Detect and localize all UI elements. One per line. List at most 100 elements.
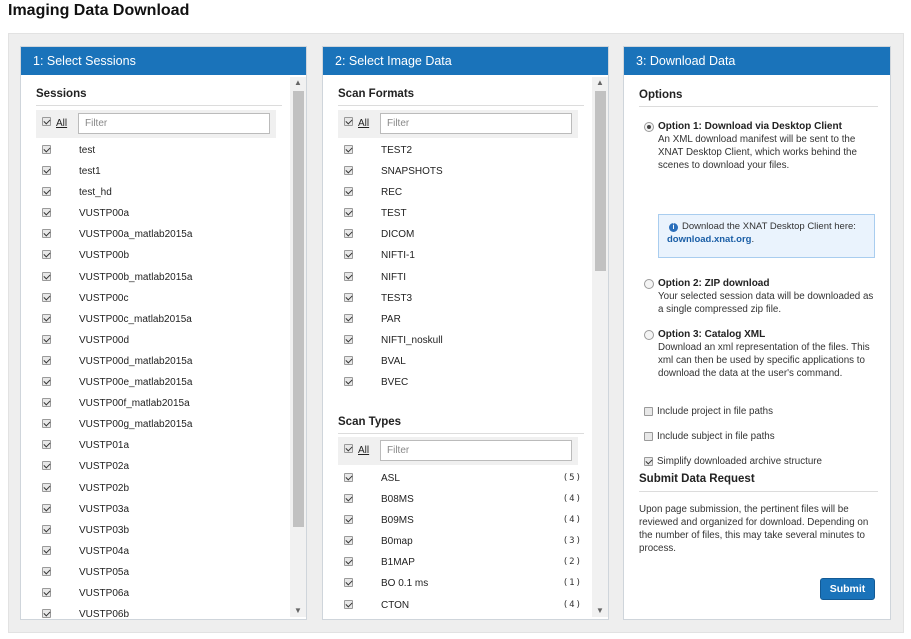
list-item[interactable]: PAR: [338, 312, 584, 333]
list-item[interactable]: VUSTP00g_matlab2015a: [36, 417, 282, 438]
desktop-client-link[interactable]: download.xnat.org: [667, 234, 751, 245]
item-checkbox[interactable]: [344, 334, 353, 344]
list-item[interactable]: test: [36, 143, 282, 164]
sessions-select-all-checkbox[interactable]: [42, 117, 51, 126]
list-item[interactable]: VUSTP00d: [36, 333, 282, 354]
item-checkbox[interactable]: [344, 494, 353, 504]
list-item[interactable]: B08MS (4): [338, 492, 584, 513]
list-item[interactable]: NIFTI_noskull: [338, 333, 584, 354]
list-item[interactable]: TEST3: [338, 291, 584, 312]
list-item[interactable]: VUSTP00f_matlab2015a: [36, 396, 282, 417]
include-subject-checkbox[interactable]: [644, 432, 653, 441]
item-checkbox[interactable]: [42, 166, 51, 176]
item-checkbox[interactable]: [42, 524, 51, 534]
item-checkbox[interactable]: [42, 503, 51, 513]
list-item[interactable]: CTON (4): [338, 598, 584, 619]
list-item[interactable]: VUSTP00c_matlab2015a: [36, 312, 282, 333]
list-item[interactable]: VUSTP00a: [36, 206, 282, 227]
item-checkbox[interactable]: [42, 292, 51, 302]
item-checkbox[interactable]: [344, 536, 353, 546]
item-checkbox[interactable]: [344, 313, 353, 323]
list-item[interactable]: test1: [36, 164, 282, 185]
item-checkbox[interactable]: [42, 398, 51, 408]
item-checkbox[interactable]: [42, 334, 51, 344]
scrollbar-thumb[interactable]: [293, 91, 304, 527]
list-item[interactable]: VUSTP05a: [36, 565, 282, 586]
list-item[interactable]: NIFTI: [338, 270, 584, 291]
item-checkbox[interactable]: [42, 440, 51, 450]
option1-radio[interactable]: [644, 122, 654, 132]
option2-title[interactable]: Option 2: ZIP download: [658, 277, 880, 290]
item-checkbox[interactable]: [42, 419, 51, 429]
scroll-up-arrow-icon[interactable]: ▲: [592, 77, 608, 89]
list-item[interactable]: SNAPSHOTS: [338, 164, 584, 185]
list-item[interactable]: BVAL: [338, 354, 584, 375]
item-checkbox[interactable]: [42, 566, 51, 576]
item-checkbox[interactable]: [42, 271, 51, 281]
item-checkbox[interactable]: [42, 145, 51, 154]
list-item[interactable]: VUSTP02a: [36, 459, 282, 480]
item-checkbox[interactable]: [42, 187, 51, 197]
formats-all-link[interactable]: All: [358, 118, 369, 129]
item-checkbox[interactable]: [42, 587, 51, 597]
item-checkbox[interactable]: [42, 313, 51, 323]
item-checkbox[interactable]: [42, 461, 51, 471]
option2-radio[interactable]: [644, 279, 654, 289]
list-item[interactable]: VUSTP00b: [36, 248, 282, 269]
item-checkbox[interactable]: [344, 377, 353, 387]
list-item[interactable]: VUSTP00b_matlab2015a: [36, 270, 282, 291]
scroll-down-arrow-icon[interactable]: ▼: [290, 605, 306, 617]
item-checkbox[interactable]: [344, 187, 353, 197]
item-checkbox[interactable]: [344, 145, 353, 154]
item-checkbox[interactable]: [344, 355, 353, 365]
item-checkbox[interactable]: [344, 250, 353, 260]
types-all-link[interactable]: All: [358, 445, 369, 456]
types-filter-input[interactable]: [380, 440, 572, 461]
scroll-up-arrow-icon[interactable]: ▲: [290, 77, 306, 89]
list-item[interactable]: BVEC: [338, 375, 584, 396]
option1-title[interactable]: Option 1: Download via Desktop Client: [658, 120, 880, 133]
formats-filter-input[interactable]: [380, 113, 572, 134]
formats-select-all-checkbox[interactable]: [344, 117, 353, 126]
sessions-scrollbar[interactable]: ▲ ▼: [290, 77, 306, 617]
list-item[interactable]: VUSTP03b: [36, 523, 282, 544]
list-item[interactable]: B09MS (4): [338, 513, 584, 534]
item-checkbox[interactable]: [42, 355, 51, 365]
list-item[interactable]: DICOM: [338, 227, 584, 248]
list-item[interactable]: ASL (5): [338, 471, 584, 492]
item-checkbox[interactable]: [344, 292, 353, 302]
item-checkbox[interactable]: [344, 229, 353, 239]
submit-button[interactable]: Submit: [820, 578, 875, 600]
option3-title[interactable]: Option 3: Catalog XML: [658, 328, 880, 341]
list-item[interactable]: test_hd: [36, 185, 282, 206]
list-item[interactable]: REC: [338, 185, 584, 206]
list-item[interactable]: VUSTP04a: [36, 544, 282, 565]
simplify-structure-checkbox[interactable]: [644, 457, 653, 466]
include-project-checkbox[interactable]: [644, 407, 653, 416]
list-item[interactable]: VUSTP00a_matlab2015a: [36, 227, 282, 248]
item-checkbox[interactable]: [344, 271, 353, 281]
item-checkbox[interactable]: [42, 609, 51, 619]
item-checkbox[interactable]: [42, 229, 51, 239]
list-item[interactable]: TEST2: [338, 143, 584, 164]
list-item[interactable]: B1MAP (2): [338, 555, 584, 576]
list-item[interactable]: VUSTP02b: [36, 481, 282, 502]
item-checkbox[interactable]: [344, 208, 353, 218]
scroll-down-arrow-icon[interactable]: ▼: [592, 605, 608, 617]
list-item[interactable]: TEST: [338, 206, 584, 227]
sessions-all-link[interactable]: All: [56, 118, 67, 129]
list-item[interactable]: NIFTI-1: [338, 248, 584, 269]
item-checkbox[interactable]: [344, 166, 353, 176]
item-checkbox[interactable]: [42, 208, 51, 218]
list-item[interactable]: VUSTP01a: [36, 438, 282, 459]
item-checkbox[interactable]: [344, 557, 353, 567]
list-item[interactable]: VUSTP06a: [36, 586, 282, 607]
item-checkbox[interactable]: [42, 545, 51, 555]
list-item[interactable]: VUSTP00d_matlab2015a: [36, 354, 282, 375]
item-checkbox[interactable]: [344, 515, 353, 525]
list-item[interactable]: VUSTP03a: [36, 502, 282, 523]
item-checkbox[interactable]: [42, 377, 51, 387]
sessions-filter-input[interactable]: [78, 113, 270, 134]
option3-radio[interactable]: [644, 330, 654, 340]
image-data-scrollbar[interactable]: ▲ ▼: [592, 77, 608, 617]
